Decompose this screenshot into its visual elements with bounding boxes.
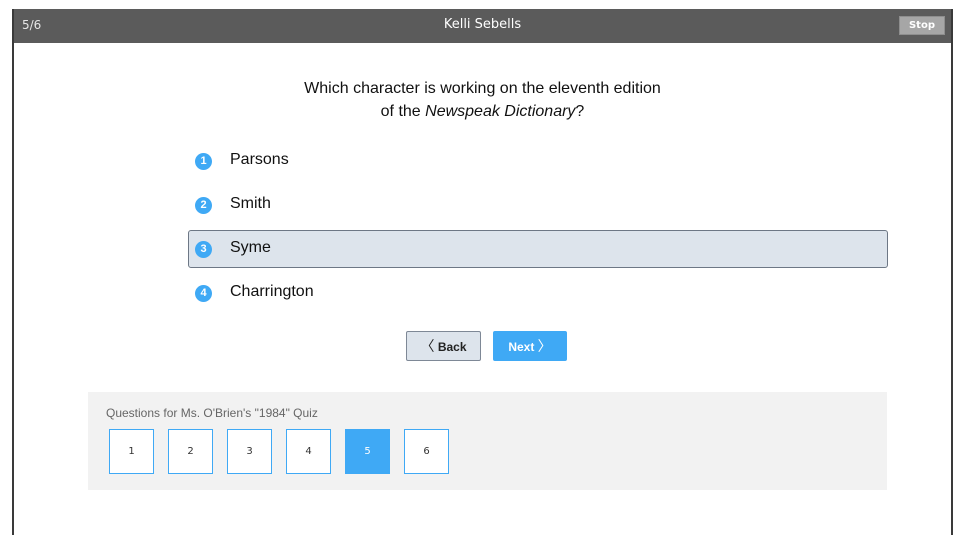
question-number-button-6[interactable]: 6	[404, 429, 449, 474]
answer-list: 1 Parsons 2 Smith 3 Syme 4 Charrington	[188, 142, 888, 318]
answer-label: Charrington	[230, 283, 314, 300]
answer-number-badge: 4	[195, 285, 212, 302]
question-line-2: of the Newspeak Dictionary?	[14, 100, 951, 123]
stop-button[interactable]: Stop	[899, 16, 945, 35]
answer-label: Parsons	[230, 151, 289, 168]
question-number-button-3[interactable]: 3	[227, 429, 272, 474]
question-navigator: Questions for Ms. O'Brien's "1984" Quiz …	[88, 392, 887, 490]
next-label: Next	[508, 340, 535, 354]
answer-number-badge: 2	[195, 197, 212, 214]
question-navigator-title: Questions for Ms. O'Brien's "1984" Quiz	[106, 406, 318, 420]
top-bar: 5/6 Kelli Sebells Stop	[14, 9, 951, 43]
question-book-title: Newspeak Dictionary	[425, 103, 576, 120]
back-label: Back	[437, 340, 467, 354]
question-text: Which character is working on the eleven…	[14, 77, 951, 123]
answer-label: Syme	[230, 239, 271, 256]
answer-option-1[interactable]: 1 Parsons	[188, 142, 888, 180]
chevron-right-icon: 〉	[537, 338, 552, 354]
student-name: Kelli Sebells	[443, 17, 522, 32]
question-number-button-5[interactable]: 5	[345, 429, 390, 474]
answer-number-badge: 3	[195, 241, 212, 258]
question-line-1: Which character is working on the eleven…	[304, 80, 661, 97]
question-suffix: ?	[575, 103, 585, 120]
answer-option-4[interactable]: 4 Charrington	[188, 274, 888, 312]
question-number-button-2[interactable]: 2	[168, 429, 213, 474]
answer-option-3[interactable]: 3 Syme	[188, 230, 888, 268]
next-button[interactable]: Next 〉	[493, 331, 567, 361]
answer-number-badge: 1	[195, 153, 212, 170]
back-button[interactable]: 〈 Back	[406, 331, 481, 361]
answer-label: Smith	[230, 195, 271, 212]
answer-option-2[interactable]: 2 Smith	[188, 186, 888, 224]
question-number-button-4[interactable]: 4	[286, 429, 331, 474]
quiz-window: 5/6 Kelli Sebells Stop Which character i…	[12, 9, 953, 535]
question-number-button-1[interactable]: 1	[109, 429, 154, 474]
chevron-left-icon: 〈	[420, 338, 435, 354]
question-prefix: of the	[380, 103, 426, 120]
